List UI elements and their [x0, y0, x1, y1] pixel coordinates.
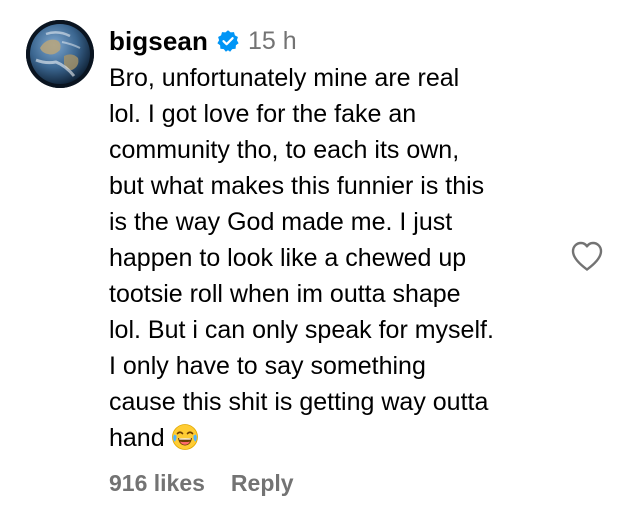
like-heart-icon[interactable] [570, 240, 604, 272]
comment-text: Bro, unfortunately mine are real lol. I … [109, 60, 579, 456]
comment-text-line: I only have to say something [109, 352, 426, 380]
likes-count[interactable]: 916 likes [109, 470, 205, 497]
reply-button[interactable]: Reply [231, 470, 294, 497]
comment: bigsean 15 h Bro, unfortunately mine are… [0, 0, 628, 528]
verified-badge-icon [216, 29, 240, 53]
comment-text-line: hand [109, 424, 165, 452]
comment-text-line: Bro, unfortunately mine are real [109, 64, 460, 92]
comment-text-line: is the way God made me. I just [109, 208, 453, 236]
comment-text-line: but what makes this funnier is this [109, 172, 485, 200]
username[interactable]: bigsean [109, 26, 208, 57]
comment-text-last-line: hand [109, 420, 579, 456]
earth-avatar-icon [26, 20, 94, 88]
comment-text-line: cause this shit is getting way outta [109, 388, 489, 416]
comment-footer: 916 likes Reply [109, 470, 294, 497]
comment-header: bigsean 15 h [109, 22, 297, 60]
comment-text-line: tootsie roll when im outta shape [109, 280, 461, 308]
face-with-tears-of-joy-icon [171, 423, 199, 451]
comment-text-line: lol. But i can only speak for myself. [109, 316, 494, 344]
timestamp: 15 h [247, 26, 297, 55]
avatar[interactable] [26, 20, 94, 88]
comment-text-line: community tho, to each its own, [109, 136, 460, 164]
comment-text-line: lol. I got love for the fake an [109, 100, 417, 128]
comment-text-line: happen to look like a chewed up [109, 244, 467, 272]
